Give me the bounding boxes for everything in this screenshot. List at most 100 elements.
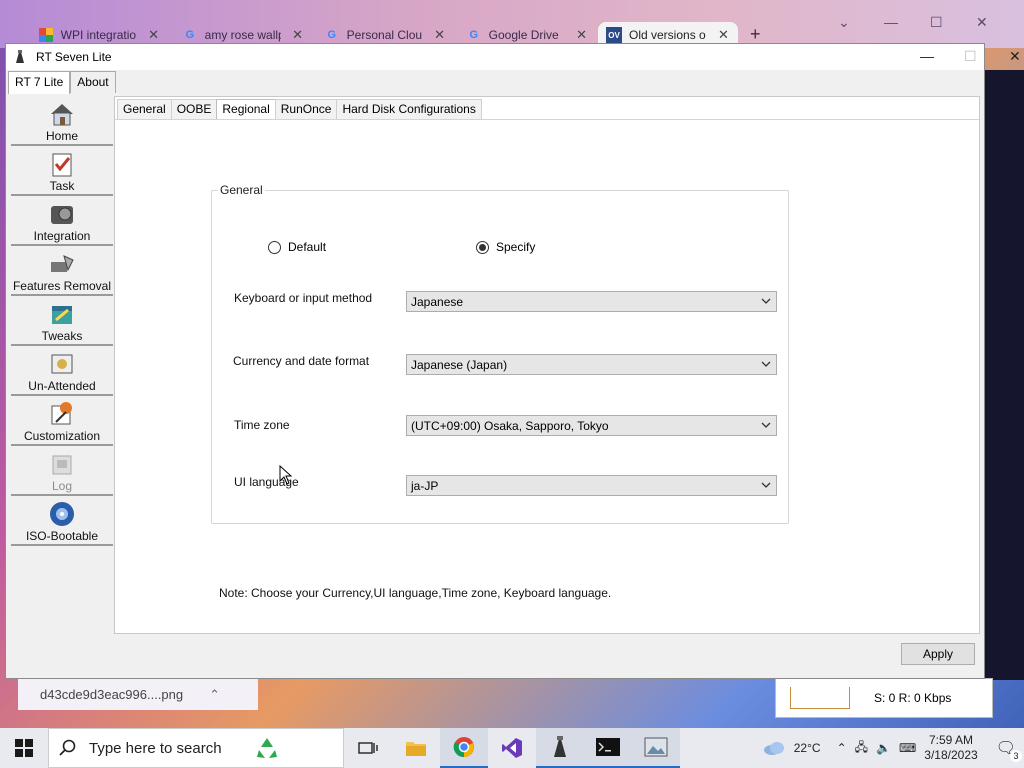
tab-about[interactable]: About — [70, 71, 116, 93]
browser-tab-label: Old versions o — [629, 28, 706, 42]
file-explorer-button[interactable] — [392, 728, 440, 768]
specify-radio[interactable]: Specify — [476, 240, 535, 254]
browser-tab-label: Google Drive — [488, 28, 559, 42]
minimize-icon[interactable]: — — [920, 48, 934, 64]
sidebar-item-label: Log — [51, 479, 73, 493]
note-text: Note: Choose your Currency,UI language,T… — [219, 586, 612, 600]
weather-temp[interactable]: 22°C — [794, 741, 821, 755]
visual-studio-button[interactable] — [488, 728, 536, 768]
close-icon[interactable]: ✕ — [292, 27, 303, 43]
currency-select[interactable]: Japanese (Japan) — [406, 354, 777, 375]
clock[interactable]: 7:59 AM 3/18/2023 — [924, 733, 977, 763]
close-icon[interactable]: ✕ — [718, 27, 729, 43]
maximize-icon[interactable]: ☐ — [964, 48, 977, 65]
download-item[interactable]: d43cde9d3eac996....png ⌃ — [18, 678, 258, 710]
app-window: RT Seven Lite — ☐ ✕ RT 7 Lite About Home… — [5, 43, 1021, 679]
home-icon — [51, 104, 73, 126]
search-icon — [59, 739, 76, 756]
chevron-down-icon[interactable]: ⌄ — [838, 14, 850, 31]
rt7lite-taskbar-button[interactable] — [536, 728, 584, 768]
task-view-button[interactable] — [344, 728, 392, 768]
keyboard-select[interactable]: Japanese — [406, 291, 777, 312]
main-tabs: RT 7 Lite About — [8, 71, 116, 94]
sidebar-item-label: Integration — [33, 229, 91, 243]
sidebar-item-unattended[interactable]: Un-Attended — [11, 346, 113, 396]
close-icon[interactable]: ✕ — [976, 14, 988, 31]
network-monitor: S: 0 R: 0 Kbps — [775, 678, 993, 718]
background-window — [984, 70, 1024, 680]
tab-runonce[interactable]: RunOnce — [274, 99, 338, 119]
iso-icon — [50, 502, 74, 526]
maximize-icon[interactable]: ☐ — [930, 14, 943, 31]
sub-tabs: General OOBE Regional RunOnce Hard Disk … — [117, 99, 482, 119]
timezone-select[interactable]: (UTC+09:00) Osaka, Sapporo, Tokyo — [406, 415, 777, 436]
general-group: General Default Specify Keyboard or inpu… — [211, 183, 789, 524]
browser-tabstrip: WPI integratio ✕ G amy rose wallp ✕ G Pe… — [0, 0, 1024, 48]
sidebar-item-home[interactable]: Home — [11, 96, 113, 146]
tab-oobe[interactable]: OOBE — [170, 99, 218, 119]
radio-circle[interactable] — [476, 240, 489, 254]
task-icon — [52, 153, 72, 177]
sidebar-item-label: Task — [49, 179, 75, 193]
tab-rt7lite[interactable]: RT 7 Lite — [8, 71, 71, 94]
terminal-button[interactable] — [584, 728, 632, 768]
weather-icon — [763, 742, 784, 755]
notification-icon[interactable]: 🗨 3 — [996, 738, 1022, 762]
notification-count: 3 — [1010, 750, 1022, 762]
terminal-icon — [596, 738, 620, 756]
network-icon[interactable]: 🖧 — [855, 738, 868, 759]
sidebar-item-log[interactable]: Log — [11, 446, 113, 496]
task-view-icon — [358, 742, 378, 754]
browser-tab-label: WPI integratio — [60, 28, 137, 42]
sidebar-item-task[interactable]: Task — [11, 146, 113, 196]
window-title: RT Seven Lite — [36, 50, 112, 64]
start-button[interactable] — [0, 728, 48, 768]
google-icon: G — [469, 29, 479, 41]
photos-button[interactable] — [632, 728, 680, 768]
tab-general[interactable]: General — [117, 99, 172, 119]
minimize-icon[interactable]: — — [884, 14, 898, 30]
close-icon[interactable]: ✕ — [1009, 48, 1021, 65]
chrome-button[interactable] — [440, 728, 488, 768]
tab-hard-disk-configurations[interactable]: Hard Disk Configurations — [336, 99, 482, 119]
tab-regional[interactable]: Regional — [216, 99, 276, 119]
integration-icon — [51, 206, 73, 224]
default-radio[interactable]: Default — [268, 240, 326, 254]
app-icon — [14, 50, 28, 64]
sidebar: Home Task Integration Features Removal T… — [11, 96, 113, 546]
timezone-label: Time zone — [234, 418, 290, 432]
clock-time: 7:59 AM — [928, 733, 973, 747]
unattended-icon — [51, 354, 73, 374]
close-icon[interactable]: ✕ — [434, 27, 445, 43]
chevron-up-icon[interactable]: ⌃ — [209, 687, 220, 703]
content-panel: General OOBE Regional RunOnce Hard Disk … — [114, 96, 980, 634]
taskbar-search[interactable]: Type here to search — [48, 728, 344, 768]
sidebar-item-iso-bootable[interactable]: ISO-Bootable — [11, 496, 113, 546]
sidebar-item-integration[interactable]: Integration — [11, 196, 113, 246]
radio-circle[interactable] — [268, 240, 281, 254]
google-icon: G — [327, 29, 337, 41]
close-icon[interactable]: ✕ — [576, 27, 587, 43]
sidebar-item-customization[interactable]: Customization — [11, 396, 113, 446]
chevron-down-icon — [761, 482, 771, 488]
regional-panel: General Default Specify Keyboard or inpu… — [115, 119, 979, 633]
volume-icon[interactable]: 🔈 — [876, 741, 891, 755]
new-tab-button[interactable]: + — [750, 24, 761, 45]
close-icon[interactable]: ✕ — [148, 27, 159, 43]
browser-tab-label: Personal Clou — [346, 28, 423, 42]
windows-icon — [15, 739, 33, 757]
ui-language-value: ja-JP — [411, 478, 439, 493]
clock-date: 3/18/2023 — [924, 748, 978, 762]
image-viewer-icon — [644, 737, 668, 757]
apply-button[interactable]: Apply — [901, 643, 975, 665]
sidebar-item-features-removal[interactable]: Features Removal — [11, 246, 113, 296]
keyboard-value: Japanese — [411, 294, 464, 309]
recycle-icon — [256, 738, 277, 758]
language-icon[interactable]: ⌨ — [899, 741, 916, 755]
chevron-up-icon[interactable]: ⌃ — [837, 741, 847, 755]
ui-language-select[interactable]: ja-JP — [406, 475, 777, 496]
sidebar-item-tweaks[interactable]: Tweaks — [11, 296, 113, 346]
mouse-cursor-icon — [279, 465, 293, 485]
radio-label: Specify — [496, 240, 536, 254]
customization-icon — [51, 402, 72, 425]
